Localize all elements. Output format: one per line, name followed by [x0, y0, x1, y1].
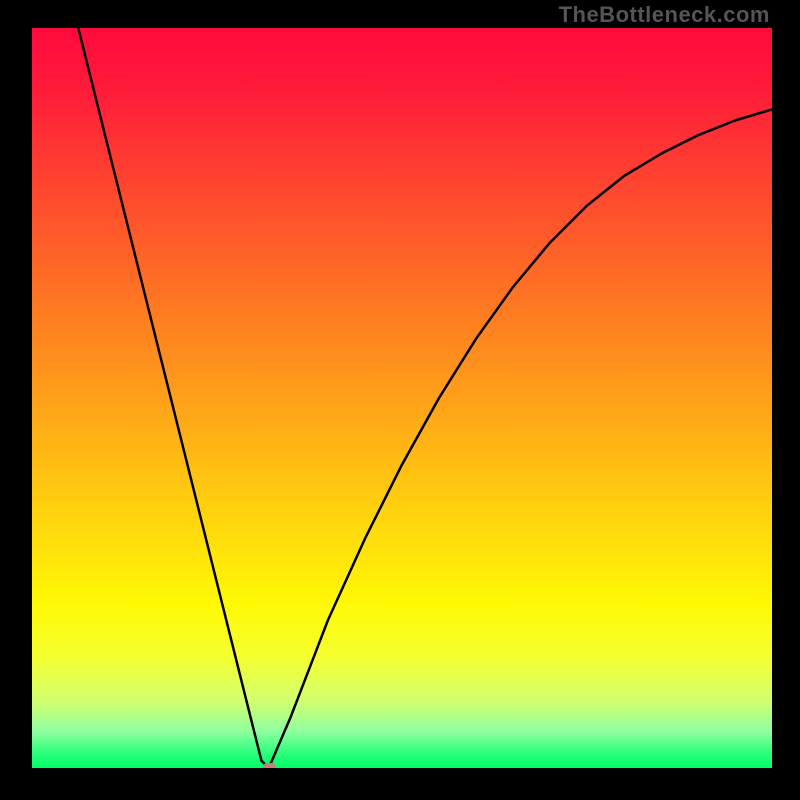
chart-plot-area	[32, 28, 772, 768]
optimal-marker	[263, 763, 276, 768]
bottleneck-curve	[32, 28, 772, 768]
watermark-text: TheBottleneck.com	[559, 2, 770, 28]
